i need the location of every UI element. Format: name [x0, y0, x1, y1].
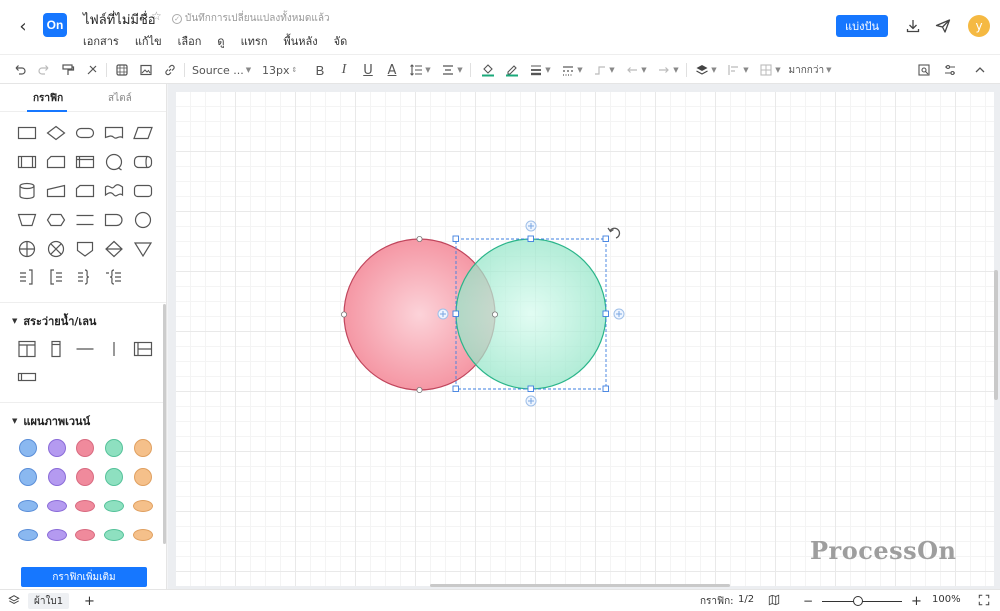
map-icon[interactable] [768, 594, 780, 606]
graphics-count-value: 1/2 [738, 594, 755, 605]
fullscreen-icon[interactable] [978, 594, 990, 606]
rotate-icon[interactable] [609, 227, 621, 239]
diagram-layer [340, 220, 625, 407]
graphics-count-label: กราฟิก: [700, 596, 734, 607]
page-tab[interactable]: ผ้าใบ1 [28, 593, 70, 609]
watermark: ProcessOn [810, 536, 957, 565]
layers-icon[interactable] [8, 594, 20, 606]
zoom-slider-handle[interactable] [853, 596, 863, 606]
connection-point[interactable] [340, 311, 347, 318]
venn-circle-green[interactable] [455, 238, 607, 390]
connection-point[interactable] [416, 386, 423, 393]
horizontal-scrollbar[interactable] [430, 584, 730, 587]
add-page-button[interactable]: + [84, 594, 95, 609]
status-bar: ผ้าใบ1 + กราฟิก: 1/2 − + 100% [0, 589, 1000, 611]
zoom-value: 100% [932, 594, 961, 605]
connection-point[interactable] [491, 311, 498, 318]
zoom-in-button[interactable]: + [911, 594, 922, 609]
connection-point[interactable] [416, 235, 423, 242]
vertical-scrollbar[interactable] [994, 270, 998, 400]
zoom-out-button[interactable]: − [803, 594, 813, 608]
